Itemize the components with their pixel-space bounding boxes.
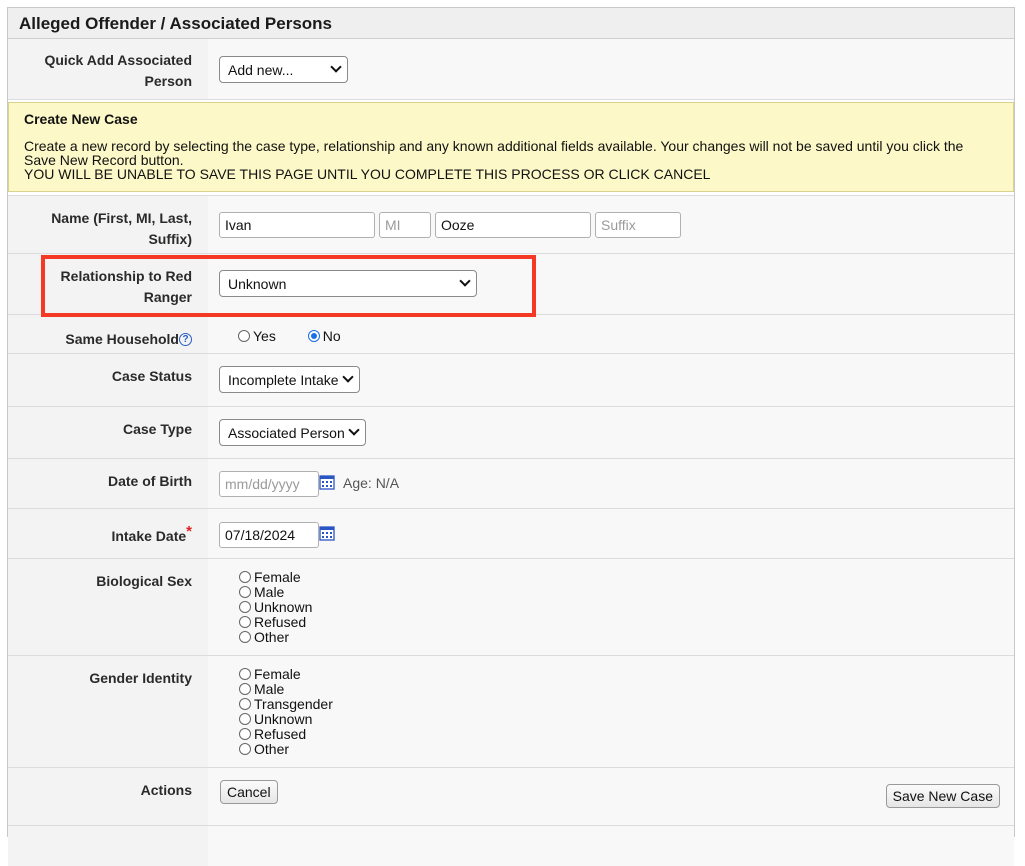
name-field: Ivan MI Ooze Suffix xyxy=(208,196,1014,253)
biological-sex-options: Female Male Unknown Refused Other xyxy=(239,570,312,645)
name-row: Name (First, MI, Last, Suffix) Ivan MI O… xyxy=(8,195,1014,254)
radio-icon[interactable] xyxy=(239,713,251,725)
relationship-label: Relationship to Red Ranger xyxy=(8,254,208,314)
radio-icon[interactable] xyxy=(239,683,251,695)
household-field: Yes No xyxy=(208,315,1014,353)
radio-icon[interactable] xyxy=(239,571,251,583)
radio-icon[interactable] xyxy=(239,668,251,680)
gender-identity-field: Female Male Transgender Unknown Refused … xyxy=(208,656,1014,767)
gender-identity-options: Female Male Transgender Unknown Refused … xyxy=(239,667,333,757)
radio-icon[interactable] xyxy=(239,631,251,643)
footer-field xyxy=(208,826,1014,866)
notice-title: Create New Case xyxy=(24,111,138,127)
footer-label xyxy=(8,826,208,866)
actions-field: Cancel Save New Case xyxy=(208,768,1014,825)
gender-option[interactable]: Male xyxy=(239,682,333,697)
bio-sex-option[interactable]: Female xyxy=(239,570,312,585)
panel-title: Alleged Offender / Associated Persons xyxy=(8,8,1014,39)
relationship-field: Unknown xyxy=(208,254,1014,314)
bio-sex-option[interactable]: Unknown xyxy=(239,600,312,615)
radio-icon[interactable] xyxy=(239,698,251,710)
case-status-row: Case Status Incomplete Intake xyxy=(8,354,1014,407)
gender-option[interactable]: Refused xyxy=(239,727,333,742)
radio-selected-icon[interactable] xyxy=(307,330,320,342)
calendar-icon[interactable] xyxy=(319,525,335,541)
save-new-case-button[interactable]: Save New Case xyxy=(885,784,1000,808)
calendar-icon[interactable] xyxy=(319,474,335,490)
relationship-select[interactable]: Unknown xyxy=(219,270,477,297)
case-status-label: Case Status xyxy=(8,354,208,406)
radio-icon[interactable] xyxy=(239,586,251,598)
dob-label: Date of Birth xyxy=(8,459,208,508)
required-marker: * xyxy=(186,523,192,540)
chevron-down-icon xyxy=(348,424,360,436)
intake-field: 07/18/2024 xyxy=(208,509,1014,558)
household-no[interactable]: No xyxy=(307,328,341,344)
household-label: Same Household? xyxy=(8,315,208,353)
chevron-down-icon xyxy=(459,275,471,287)
last-name-input[interactable]: Ooze xyxy=(435,212,591,238)
suffix-input[interactable]: Suffix xyxy=(595,212,681,238)
household-yes[interactable]: Yes xyxy=(238,328,276,344)
case-type-label: Case Type xyxy=(8,407,208,458)
help-icon[interactable]: ? xyxy=(179,333,192,346)
case-status-field: Incomplete Intake xyxy=(208,354,1014,406)
gender-identity-label: Gender Identity xyxy=(8,656,208,767)
gender-option[interactable]: Transgender xyxy=(239,697,333,712)
actions-label: Actions xyxy=(8,768,208,825)
cancel-button[interactable]: Cancel xyxy=(220,780,278,804)
case-type-value: Associated Person xyxy=(228,425,345,441)
case-status-select[interactable]: Incomplete Intake xyxy=(219,366,360,393)
dob-row: Date of Birth mm/dd/yyyy Age: N/A xyxy=(8,459,1014,509)
household-options: Yes No xyxy=(238,328,341,344)
case-status-value: Incomplete Intake xyxy=(228,372,339,388)
quick-add-value: Add new... xyxy=(228,62,294,78)
biological-sex-field: Female Male Unknown Refused Other xyxy=(208,559,1014,655)
bio-sex-option[interactable]: Refused xyxy=(239,615,312,630)
radio-icon[interactable] xyxy=(239,616,251,628)
relationship-value: Unknown xyxy=(228,276,287,292)
quick-add-field: Add new... xyxy=(208,39,1014,99)
middle-initial-input[interactable]: MI xyxy=(379,212,431,238)
intake-label-text: Intake Date xyxy=(111,528,187,544)
household-label-text: Same Household xyxy=(65,331,179,347)
biological-sex-label: Biological Sex xyxy=(8,559,208,655)
biological-sex-row: Biological Sex Female Male Unknown Refus… xyxy=(8,559,1014,656)
footer-row xyxy=(8,826,1014,866)
gender-option[interactable]: Other xyxy=(239,742,333,757)
create-case-notice: Create New Case Create a new record by s… xyxy=(8,102,1014,192)
dob-field: mm/dd/yyyy Age: N/A xyxy=(208,459,1014,508)
intake-row: Intake Date* 07/18/2024 xyxy=(8,509,1014,559)
quick-add-row: Quick Add Associated Person Add new... xyxy=(8,39,1014,100)
age-display: Age: N/A xyxy=(343,475,400,491)
notice-warning: YOU WILL BE UNABLE TO SAVE THIS PAGE UNT… xyxy=(24,166,711,182)
dob-input[interactable]: mm/dd/yyyy xyxy=(219,471,319,497)
radio-icon[interactable] xyxy=(238,330,250,342)
associated-persons-panel: Alleged Offender / Associated Persons Qu… xyxy=(7,7,1015,866)
chevron-down-icon xyxy=(330,61,342,73)
chevron-down-icon xyxy=(342,371,354,383)
bio-sex-option[interactable]: Other xyxy=(239,630,312,645)
relationship-row: Relationship to Red Ranger Unknown xyxy=(8,254,1014,315)
case-type-select[interactable]: Associated Person xyxy=(219,419,366,446)
gender-option[interactable]: Female xyxy=(239,667,333,682)
gender-identity-row: Gender Identity Female Male Transgender … xyxy=(8,656,1014,768)
intake-date-input[interactable]: 07/18/2024 xyxy=(219,522,319,548)
case-type-row: Case Type Associated Person xyxy=(8,407,1014,459)
quick-add-select[interactable]: Add new... xyxy=(219,56,348,83)
quick-add-label: Quick Add Associated Person xyxy=(8,39,208,99)
notice-body: Create a new record by selecting the cas… xyxy=(24,138,964,168)
gender-option[interactable]: Unknown xyxy=(239,712,333,727)
intake-label: Intake Date* xyxy=(8,509,208,558)
case-type-field: Associated Person xyxy=(208,407,1014,458)
first-name-input[interactable]: Ivan xyxy=(219,212,375,238)
radio-icon[interactable] xyxy=(239,601,251,613)
household-row: Same Household? Yes No xyxy=(8,315,1014,354)
name-label: Name (First, MI, Last, Suffix) xyxy=(8,196,208,253)
radio-icon[interactable] xyxy=(239,743,251,755)
bio-sex-option[interactable]: Male xyxy=(239,585,312,600)
radio-icon[interactable] xyxy=(239,728,251,740)
actions-row: Actions Cancel Save New Case xyxy=(8,768,1014,826)
